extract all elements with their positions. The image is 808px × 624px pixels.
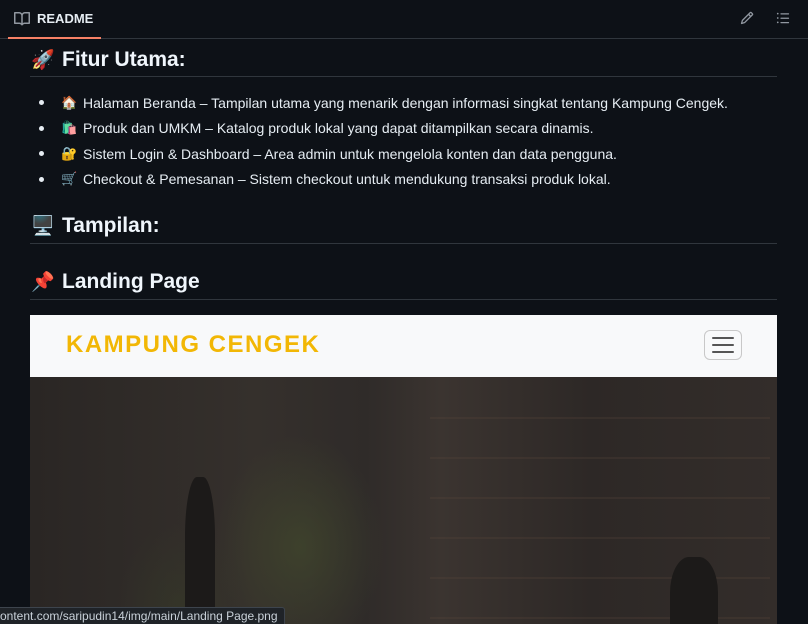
feature-text: Checkout & Pemesanan – Sistem checkout u… [83, 171, 611, 188]
list-item: 🏠 Halaman Beranda – Tampilan utama yang … [30, 90, 777, 116]
outline-button[interactable] [771, 8, 795, 28]
list-item: 🛍️ Produk dan UMKM – Katalog produk loka… [30, 116, 777, 142]
book-icon [14, 11, 30, 25]
rocket-icon: 🚀 [31, 49, 55, 71]
pushpin-icon: 📌 [31, 271, 55, 293]
landing-hero-photo [30, 377, 777, 624]
feature-text: Produk dan UMKM – Katalog produk lokal y… [83, 120, 594, 137]
landing-page-image[interactable]: KAMPUNG CENGEK [30, 315, 777, 624]
heading-landing-page-text: Landing Page [62, 269, 200, 293]
tab-readme-label: README [37, 11, 94, 26]
feature-list: 🏠 Halaman Beranda – Tampilan utama yang … [30, 90, 777, 192]
landing-brand: KAMPUNG CENGEK [66, 331, 321, 358]
feature-text: Sistem Login & Dashboard – Area admin un… [83, 145, 617, 162]
list-item: 🛒 Checkout & Pemesanan – Sistem checkout… [30, 167, 777, 193]
status-bar-url: ontent.com/saripudin14/img/main/Landing … [0, 607, 285, 624]
landing-navbar: KAMPUNG CENGEK [30, 315, 777, 377]
lock-key-icon: 🔐 [61, 145, 78, 161]
pencil-icon [740, 11, 754, 25]
heading-landing-page: 📌 Landing Page [30, 264, 777, 300]
list-unordered-icon [776, 12, 790, 24]
house-icon: 🏠 [61, 94, 78, 110]
heading-fitur-utama-text: Fitur Utama: [62, 47, 186, 71]
list-item: 🔐 Sistem Login & Dashboard – Area admin … [30, 141, 777, 167]
hamburger-icon [704, 330, 742, 360]
readme-tab-bar: README [0, 0, 808, 39]
heading-tampilan-text: Tampilan: [62, 213, 160, 237]
heading-fitur-utama: 🚀 Fitur Utama: [30, 43, 777, 77]
desktop-computer-icon: 🖥️ [31, 215, 55, 237]
edit-file-button[interactable] [735, 8, 759, 28]
shopping-cart-icon: 🛒 [61, 171, 78, 187]
heading-tampilan: 🖥️ Tampilan: [30, 208, 777, 244]
shopping-bags-icon: 🛍️ [61, 120, 78, 136]
tab-readme[interactable]: README [8, 0, 102, 39]
feature-text: Halaman Beranda – Tampilan utama yang me… [83, 94, 728, 111]
